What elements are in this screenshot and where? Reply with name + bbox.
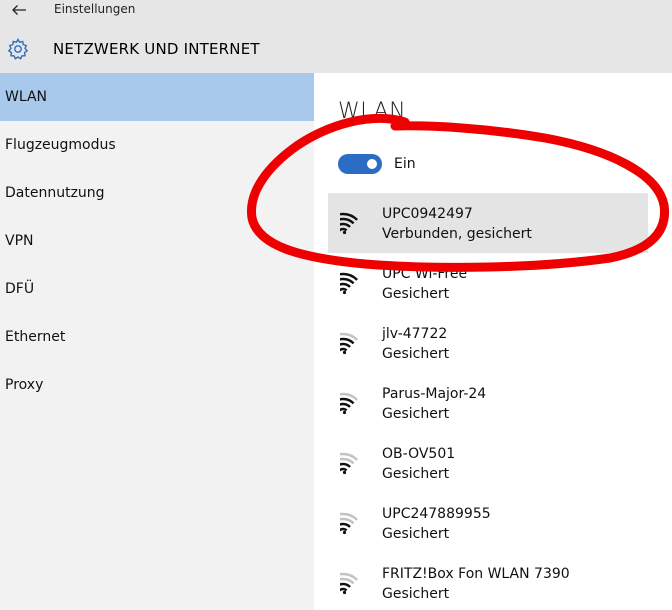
network-name: FRITZ!Box Fon WLAN 7390 xyxy=(382,566,570,582)
wifi-signal-dot xyxy=(342,470,347,475)
sidebar-item-label: Proxy xyxy=(5,377,44,393)
wifi-signal-dot xyxy=(342,530,347,535)
page-title: NETZWERK UND INTERNET xyxy=(53,40,260,58)
network-status: Gesichert xyxy=(382,286,450,302)
section-title: WLAN xyxy=(338,99,407,124)
app-title: Einstellungen xyxy=(54,2,136,16)
wifi-signal-dot xyxy=(342,350,347,355)
wifi-signal-icon xyxy=(340,452,358,475)
network-list: UPC0942497 Verbunden, gesichert UPC Wi-F… xyxy=(328,193,648,610)
network-item[interactable]: Parus-Major-24 Gesichert xyxy=(328,373,648,433)
network-item[interactable]: UPC Wi-Free Gesichert xyxy=(328,253,648,313)
sidebar-item-ethernet[interactable]: Ethernet xyxy=(0,313,314,361)
sidebar-item-datennutzung[interactable]: Datennutzung xyxy=(0,169,314,217)
sidebar-item-label: WLAN xyxy=(5,89,48,105)
wifi-signal-arc xyxy=(340,212,358,221)
back-arrow-icon xyxy=(12,5,26,15)
sidebar: WLAN Flugzeugmodus Datennutzung VPN DFÜ … xyxy=(0,73,314,610)
sidebar-item-vpn[interactable]: VPN xyxy=(0,217,314,265)
network-status: Gesichert xyxy=(382,586,450,602)
network-name: jlv-47722 xyxy=(382,326,448,342)
wifi-signal-arc xyxy=(340,272,358,281)
network-name: UPC Wi-Free xyxy=(382,266,468,282)
wifi-signal-icon xyxy=(340,272,358,295)
network-status: Gesichert xyxy=(382,346,450,362)
wifi-signal-icon xyxy=(340,212,358,235)
network-name: UPC247889955 xyxy=(382,506,491,522)
wlan-toggle[interactable] xyxy=(338,154,382,174)
sidebar-item-label: Datennutzung xyxy=(5,185,105,201)
wifi-signal-icon xyxy=(340,512,358,535)
wifi-signal-icon xyxy=(340,332,358,355)
toggle-knob xyxy=(367,159,377,169)
network-status: Gesichert xyxy=(382,406,450,422)
wifi-signal-dot xyxy=(342,230,347,235)
network-item[interactable]: FRITZ!Box Fon WLAN 7390 Gesichert xyxy=(328,553,648,610)
sidebar-item-proxy[interactable]: Proxy xyxy=(0,361,314,409)
wifi-signal-dot xyxy=(342,290,347,295)
network-status: Gesichert xyxy=(382,526,450,542)
main-content: WLAN Ein UPC0942497 Verbunden, gesichert… xyxy=(314,73,672,610)
toggle-label: Ein xyxy=(394,156,416,172)
wifi-signal-arc xyxy=(340,332,358,341)
network-name: OB-OV501 xyxy=(382,446,456,462)
network-name: UPC0942497 xyxy=(382,206,473,222)
sidebar-item-flugzeugmodus[interactable]: Flugzeugmodus xyxy=(0,121,314,169)
network-item[interactable]: jlv-47722 Gesichert xyxy=(328,313,648,373)
network-name: Parus-Major-24 xyxy=(382,386,487,402)
wifi-signal-dot xyxy=(342,410,347,415)
network-item[interactable]: UPC0942497 Verbunden, gesichert xyxy=(328,193,648,253)
network-status: Gesichert xyxy=(382,466,450,482)
network-item[interactable]: OB-OV501 Gesichert xyxy=(328,433,648,493)
back-button[interactable] xyxy=(8,0,30,20)
wifi-signal-arc xyxy=(340,452,358,461)
network-status: Verbunden, gesichert xyxy=(382,226,532,242)
sidebar-item-label: Ethernet xyxy=(5,329,66,345)
sidebar-item-wlan[interactable]: WLAN xyxy=(0,73,314,121)
sidebar-item-label: Flugzeugmodus xyxy=(5,137,116,153)
wifi-signal-icon xyxy=(340,392,358,415)
network-item[interactable]: UPC247889955 Gesichert xyxy=(328,493,648,553)
wifi-signal-arc xyxy=(340,572,358,581)
wifi-signal-arc xyxy=(340,392,358,401)
sidebar-item-label: VPN xyxy=(5,233,34,249)
wifi-signal-icon xyxy=(340,572,358,595)
gear-icon xyxy=(7,38,29,60)
sidebar-item-label: DFÜ xyxy=(5,281,35,297)
sidebar-item-dfue[interactable]: DFÜ xyxy=(0,265,314,313)
title-bar: Einstellungen NETZWERK UND INTERNET xyxy=(0,0,672,73)
wifi-signal-arc xyxy=(340,512,358,521)
wifi-signal-dot xyxy=(342,590,347,595)
